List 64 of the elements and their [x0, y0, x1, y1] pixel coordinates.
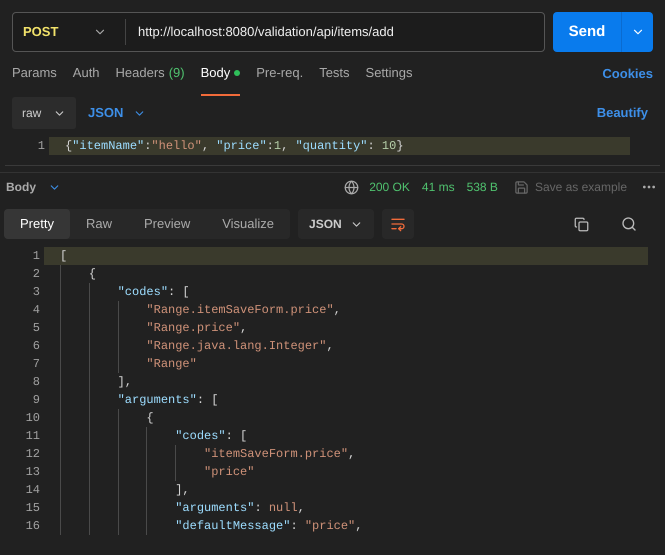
code-text: "defaultMessage": "price",	[174, 518, 362, 535]
response-time: 41 ms	[422, 179, 455, 196]
code-text: ],	[116, 374, 132, 391]
request-tab[interactable]: Params	[12, 52, 57, 96]
line-number: 10	[24, 410, 41, 427]
send-button[interactable]: Send	[553, 12, 621, 52]
request-tab[interactable]: Pre-req.	[256, 52, 304, 96]
line-number: 5	[32, 320, 41, 337]
code-text: "Range.itemSaveForm.price",	[145, 302, 341, 319]
copy-icon[interactable]	[574, 216, 589, 232]
request-tab[interactable]: Tests	[319, 52, 350, 96]
line-number: 16	[24, 518, 41, 535]
request-tab[interactable]: Headers (9)	[116, 52, 185, 96]
beautify-link[interactable]: Beautify	[596, 103, 648, 123]
line-number: 4	[32, 302, 41, 319]
code-text: "codes": [	[116, 284, 190, 301]
code-text: {	[88, 266, 96, 283]
line-number: 1	[32, 248, 41, 265]
line-number: 15	[24, 500, 41, 517]
request-tab[interactable]: Auth	[72, 52, 100, 96]
line-number: 1	[36, 138, 46, 155]
code-text: [	[60, 248, 68, 265]
code-text: "Range.java.lang.Integer",	[145, 338, 334, 355]
code-text: "itemSaveForm.price",	[203, 446, 356, 463]
line-number: 13	[24, 464, 41, 481]
request-tab[interactable]: Body	[200, 52, 240, 96]
request-bar[interactable]: POST http://localhost:8080/validation/api/items/add	[12, 12, 545, 52]
wrap-icon	[390, 216, 406, 232]
request-tab[interactable]: Settings	[366, 52, 413, 96]
line-number: 8	[32, 374, 41, 391]
line-number: 11	[24, 428, 41, 445]
view-tab[interactable]: Visualize	[206, 209, 290, 239]
search-icon[interactable]	[621, 216, 637, 232]
line-number: 14	[24, 482, 41, 499]
view-tab[interactable]: Preview	[128, 209, 206, 239]
language-dropdown[interactable]: JSON	[88, 103, 146, 123]
globe-icon	[344, 180, 360, 194]
wrap-button[interactable]	[382, 209, 414, 239]
code-text: "arguments": null,	[174, 500, 305, 517]
line-number: 12	[24, 446, 41, 463]
save-icon	[514, 180, 529, 194]
line-number: 9	[32, 392, 41, 409]
code-text: "Range"	[145, 356, 197, 373]
response-size: 538 B	[466, 179, 498, 196]
format-dropdown[interactable]: JSON	[298, 209, 374, 239]
code-text: {	[145, 410, 154, 427]
status-code: 200 OK	[369, 179, 410, 196]
url-field[interactable]: http://localhost:8080/validation/api/items/add	[138, 22, 544, 42]
view-tab[interactable]: Pretty	[4, 209, 70, 239]
code-text: "Range.price",	[145, 320, 248, 337]
code-text: {"itemName":"hello", "price":1, "quantity": 10}	[65, 138, 404, 155]
line-number: 2	[32, 266, 41, 283]
method-dropdown[interactable]: POST	[13, 22, 125, 42]
line-number: 3	[32, 284, 41, 301]
body-mode-dropdown[interactable]: raw	[12, 97, 76, 129]
line-number: 6	[32, 338, 41, 355]
cookies-link[interactable]: Cookies	[602, 64, 653, 84]
code-text: "price"	[203, 464, 254, 481]
view-tab[interactable]: Raw	[70, 209, 128, 239]
response-body-dropdown[interactable]: Body	[6, 178, 61, 196]
code-text: ],	[174, 482, 190, 499]
code-text: "arguments": [	[116, 392, 218, 409]
code-text: "codes": [	[174, 428, 248, 445]
line-number: 7	[32, 356, 41, 373]
